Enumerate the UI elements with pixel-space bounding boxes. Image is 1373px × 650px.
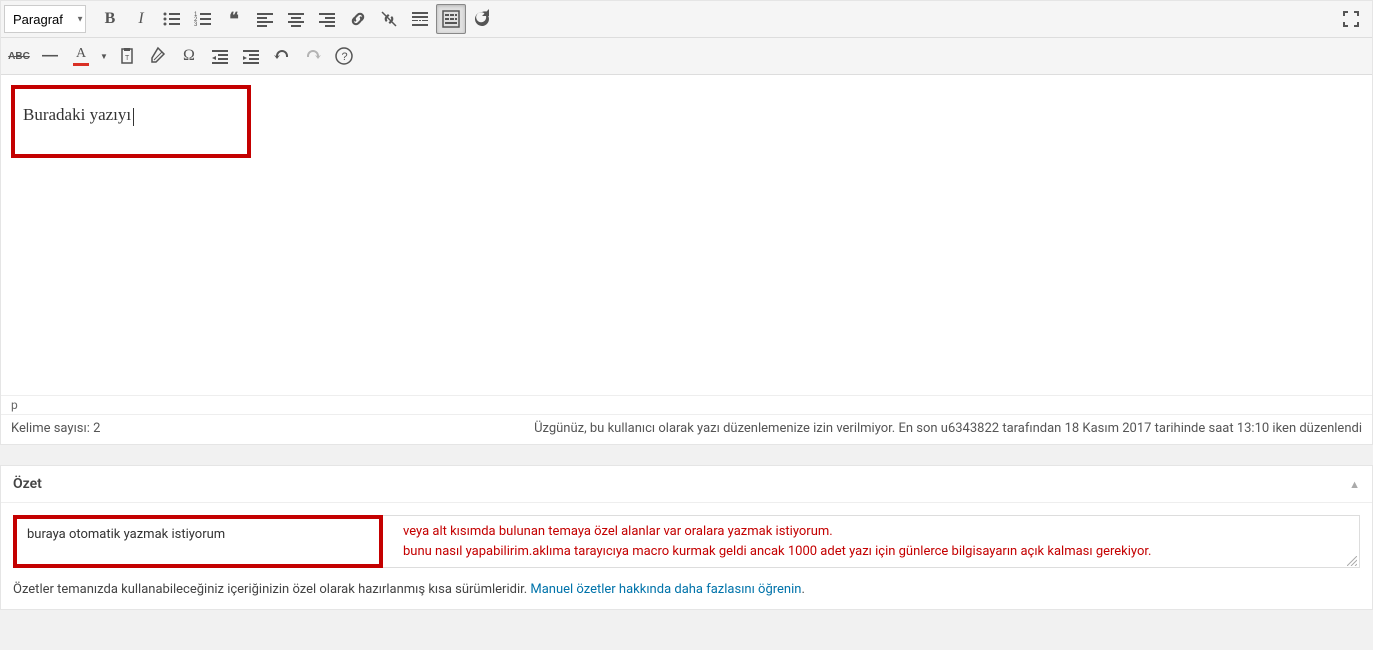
undo-button[interactable] xyxy=(267,41,297,71)
text-cursor xyxy=(133,108,134,126)
unlink-button[interactable] xyxy=(374,4,404,34)
path-value: p xyxy=(11,398,18,412)
svg-text:?: ? xyxy=(342,51,348,63)
text-color-dropdown[interactable]: ▼ xyxy=(97,41,111,71)
annotation-highlight-box: Buradaki yazıyı xyxy=(11,85,251,158)
excerpt-help-text: Özetler temanızda kullanabileceğiniz içe… xyxy=(13,582,1360,597)
align-center-button[interactable] xyxy=(281,4,311,34)
svg-text:T: T xyxy=(125,55,130,62)
read-more-button[interactable] xyxy=(405,4,435,34)
excerpt-body: buraya otomatik yazmak istiyorum veya al… xyxy=(1,503,1372,609)
excerpt-header[interactable]: Özet ▲ xyxy=(1,466,1372,503)
annotation-line-2: bunu nasıl yapabilirim.aklıma tarayıcıya… xyxy=(403,542,1349,562)
element-path: p xyxy=(1,395,1372,414)
bullet-list-button[interactable] xyxy=(157,4,187,34)
refresh-button[interactable] xyxy=(467,4,497,34)
toolbar-toggle-button[interactable] xyxy=(436,4,466,34)
toolbar-row-2: ABC — A ▼ T Ω ? xyxy=(1,38,1372,75)
word-count: Kelime sayısı: 2 xyxy=(11,421,100,436)
excerpt-help-prefix: Özetler temanızda kullanabileceğiniz içe… xyxy=(13,582,530,597)
fullscreen-button[interactable] xyxy=(1336,4,1366,34)
editor-content-area[interactable]: Buradaki yazıyı xyxy=(1,75,1372,395)
paste-text-button[interactable]: T xyxy=(112,41,142,71)
editor-panel: Paragraf B I 123 ❝ xyxy=(0,0,1373,445)
excerpt-title: Özet xyxy=(13,476,42,492)
excerpt-help-suffix: . xyxy=(801,582,804,597)
format-select[interactable]: Paragraf xyxy=(4,5,86,33)
text-color-button[interactable]: A xyxy=(66,41,96,71)
outdent-button[interactable] xyxy=(205,41,235,71)
redo-button[interactable] xyxy=(298,41,328,71)
italic-button[interactable]: I xyxy=(126,4,156,34)
editor-text: Buradaki yazıyı xyxy=(23,105,131,124)
excerpt-textarea[interactable]: buraya otomatik yazmak istiyorum veya al… xyxy=(13,515,1360,568)
collapse-toggle-icon[interactable]: ▲ xyxy=(1349,478,1360,491)
excerpt-help-link[interactable]: Manuel özetler hakkında daha fazlasını ö… xyxy=(530,582,801,597)
annotation-highlight-excerpt: buraya otomatik yazmak istiyorum xyxy=(13,515,383,568)
align-right-button[interactable] xyxy=(312,4,342,34)
resize-handle-icon[interactable] xyxy=(1347,555,1357,565)
status-bar: Kelime sayısı: 2 Üzgünüz, bu kullanıcı o… xyxy=(1,414,1372,444)
excerpt-panel: Özet ▲ buraya otomatik yazmak istiyorum … xyxy=(0,465,1373,610)
help-button[interactable]: ? xyxy=(329,41,359,71)
excerpt-value: buraya otomatik yazmak istiyorum xyxy=(27,527,225,542)
link-button[interactable] xyxy=(343,4,373,34)
clear-formatting-button[interactable] xyxy=(143,41,173,71)
svg-text:3: 3 xyxy=(194,22,198,28)
annotation-text: veya alt kısımda bulunan temaya özel ala… xyxy=(383,516,1359,567)
blockquote-button[interactable]: ❝ xyxy=(219,4,249,34)
horizontal-rule-button[interactable]: — xyxy=(35,41,65,71)
special-char-button[interactable]: Ω xyxy=(174,41,204,71)
numbered-list-button[interactable]: 123 xyxy=(188,4,218,34)
status-message: Üzgünüz, bu kullanıcı olarak yazı düzenl… xyxy=(534,421,1362,436)
annotation-line-1: veya alt kısımda bulunan temaya özel ala… xyxy=(403,522,1349,542)
align-left-button[interactable] xyxy=(250,4,280,34)
toolbar-row-1: Paragraf B I 123 ❝ xyxy=(1,1,1372,38)
bold-button[interactable]: B xyxy=(95,4,125,34)
indent-button[interactable] xyxy=(236,41,266,71)
strikethrough-button[interactable]: ABC xyxy=(4,41,34,71)
